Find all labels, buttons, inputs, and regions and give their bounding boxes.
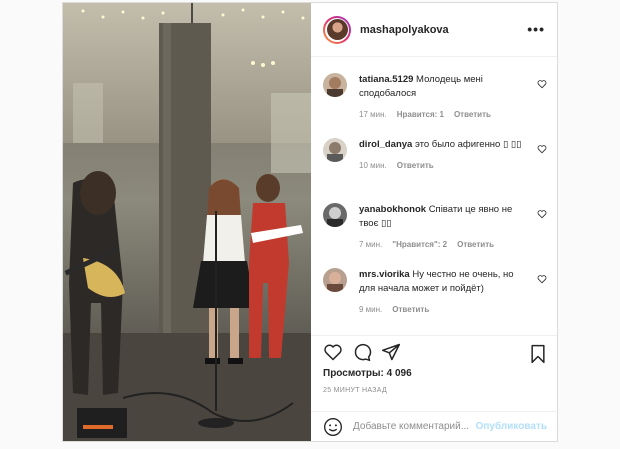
view-count[interactable]: Просмотры: 4 096: [323, 368, 412, 379]
comment-icon[interactable]: [352, 342, 372, 362]
comment-heart-icon[interactable]: [537, 79, 547, 89]
comment-heart-icon[interactable]: [537, 209, 547, 219]
commenter-avatar[interactable]: [323, 203, 347, 227]
commenter-avatar[interactable]: [323, 138, 347, 162]
publish-button[interactable]: Опубликовать: [476, 421, 547, 432]
comment-time[interactable]: 7 мин.: [359, 240, 382, 249]
post-video[interactable]: [63, 3, 311, 441]
post-actions: Просмотры: 4 096 25 МИНУТ НАЗАД: [311, 335, 557, 411]
comment-likes[interactable]: "Нравится": 2: [392, 240, 447, 249]
avatar-photo: [326, 19, 348, 40]
reply-button[interactable]: Ответить: [397, 161, 434, 170]
reply-button[interactable]: Ответить: [454, 110, 491, 119]
comment-username[interactable]: tatiana.5129: [359, 74, 413, 85]
comment-input[interactable]: Добавьте комментарий...: [353, 421, 469, 432]
comment-heart-icon[interactable]: [537, 274, 547, 284]
commenter-avatar[interactable]: [323, 73, 347, 97]
instagram-post: mashapolyakova ••• tatiana.5129 Молодець…: [62, 2, 558, 442]
comment-username[interactable]: mrs.viorika: [359, 269, 410, 280]
author-avatar[interactable]: [323, 15, 351, 44]
reply-button[interactable]: Ответить: [392, 305, 429, 314]
comments-list: tatiana.5129 Молодець мені сподобалося 1…: [311, 58, 557, 335]
reply-button[interactable]: Ответить: [457, 240, 494, 249]
comment-time[interactable]: 10 мин.: [359, 161, 387, 170]
author-username[interactable]: mashapolyakova: [360, 24, 449, 36]
comment-username[interactable]: yanabokhonok: [359, 204, 426, 215]
share-icon[interactable]: [381, 342, 401, 362]
comment-likes[interactable]: Нравится: 1: [397, 110, 444, 119]
comment-text: это было афигенно ▯ ▯▯: [414, 139, 522, 150]
emoji-icon[interactable]: [323, 417, 343, 437]
post-sidebar: mashapolyakova ••• tatiana.5129 Молодець…: [311, 3, 557, 441]
heart-icon[interactable]: [323, 342, 343, 362]
comment-heart-icon[interactable]: [537, 144, 547, 154]
concert-scene: [63, 3, 311, 441]
add-comment-bar: Добавьте комментарий... Опубликовать: [311, 411, 557, 441]
post-header: mashapolyakova •••: [311, 3, 557, 57]
post-timestamp[interactable]: 25 МИНУТ НАЗАД: [323, 387, 387, 394]
comment-time[interactable]: 9 мин.: [359, 305, 382, 314]
comment-time[interactable]: 17 мин.: [359, 110, 387, 119]
more-icon[interactable]: •••: [527, 21, 545, 37]
bookmark-icon[interactable]: [529, 344, 547, 364]
commenter-avatar[interactable]: [323, 268, 347, 292]
comment-username[interactable]: dirol_danya: [359, 139, 412, 150]
